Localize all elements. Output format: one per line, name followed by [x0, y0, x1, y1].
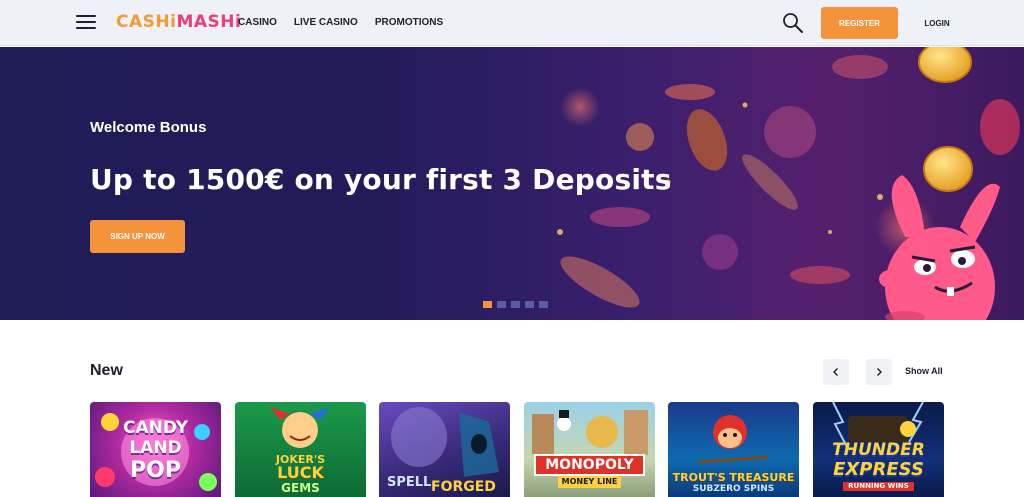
register-button[interactable]: REGISTER	[821, 7, 898, 39]
game-title-line-2: LUCK	[277, 463, 324, 482]
carousel-dots	[483, 301, 548, 308]
game-title-line-2: MONEY LINE	[558, 476, 621, 488]
show-all-link[interactable]: Show All	[905, 366, 943, 376]
game-tile[interactable]: MONOPOLY MONEY LINE	[524, 402, 655, 497]
game-title-line-3: POP	[130, 458, 181, 483]
carousel-dot-4[interactable]	[525, 301, 534, 308]
carousel-dot-5[interactable]	[539, 301, 548, 308]
chevron-left-icon	[833, 368, 838, 376]
carousel-dot-3[interactable]	[511, 301, 520, 308]
main-nav: CASINO LIVE CASINO PROMOTIONS	[238, 17, 443, 28]
game-title-line-2: FORGED	[431, 479, 496, 495]
game-tile[interactable]: CANDY LAND POP	[90, 402, 221, 497]
game-title-line-2: EXPRESS	[833, 459, 924, 480]
logo-part-1: CASHi	[116, 12, 177, 32]
nav-link-live-casino[interactable]: LIVE CASINO	[294, 17, 358, 28]
game-title-line-2: SUBZERO SPINS	[692, 484, 775, 494]
search-icon[interactable]	[782, 12, 804, 34]
game-title-line-1: THUNDER	[832, 440, 925, 460]
hero-headline: Up to 1500€ on your first 3 Deposits	[90, 163, 672, 196]
sign-up-button[interactable]: SIGN UP NOW	[90, 220, 185, 253]
site-header: CASHiMASHi CASINO LIVE CASINO PROMOTIONS…	[0, 0, 1024, 46]
game-tile[interactable]: JOKER'S LUCK GEMS	[235, 402, 366, 497]
game-title-line-2: LAND	[129, 438, 182, 458]
section-title-new: New	[90, 362, 123, 379]
carousel-dot-2[interactable]	[497, 301, 506, 308]
game-tile[interactable]: SPELL FORGED	[379, 402, 510, 497]
game-title-line-3: RUNNING WINS	[843, 482, 914, 491]
game-title-line-1: TROUT'S TREASURE	[672, 471, 795, 484]
carousel-prev-button[interactable]	[823, 359, 849, 385]
hero-banner: Welcome Bonus Up to 1500€ on your first …	[0, 47, 1024, 320]
carousel-dot-1[interactable]	[483, 301, 492, 308]
game-title-line-1: MONOPOLY	[534, 454, 645, 476]
login-button[interactable]: LOGIN	[912, 14, 962, 32]
site-logo[interactable]: CASHiMASHi	[116, 12, 241, 32]
game-title-line-1: CANDY	[122, 418, 189, 438]
game-tile[interactable]: THUNDER EXPRESS RUNNING WINS	[813, 402, 944, 497]
logo-part-2: MASHi	[176, 12, 242, 32]
menu-icon[interactable]	[76, 14, 96, 30]
nav-link-casino[interactable]: CASINO	[238, 17, 277, 28]
chevron-right-icon	[877, 368, 882, 376]
carousel-next-button[interactable]	[866, 359, 892, 385]
game-tile[interactable]: TROUT'S TREASURE SUBZERO SPINS	[668, 402, 799, 497]
nav-link-promotions[interactable]: PROMOTIONS	[375, 17, 443, 28]
hero-subtitle: Welcome Bonus	[90, 119, 207, 136]
game-title-line-3: GEMS	[281, 481, 320, 495]
